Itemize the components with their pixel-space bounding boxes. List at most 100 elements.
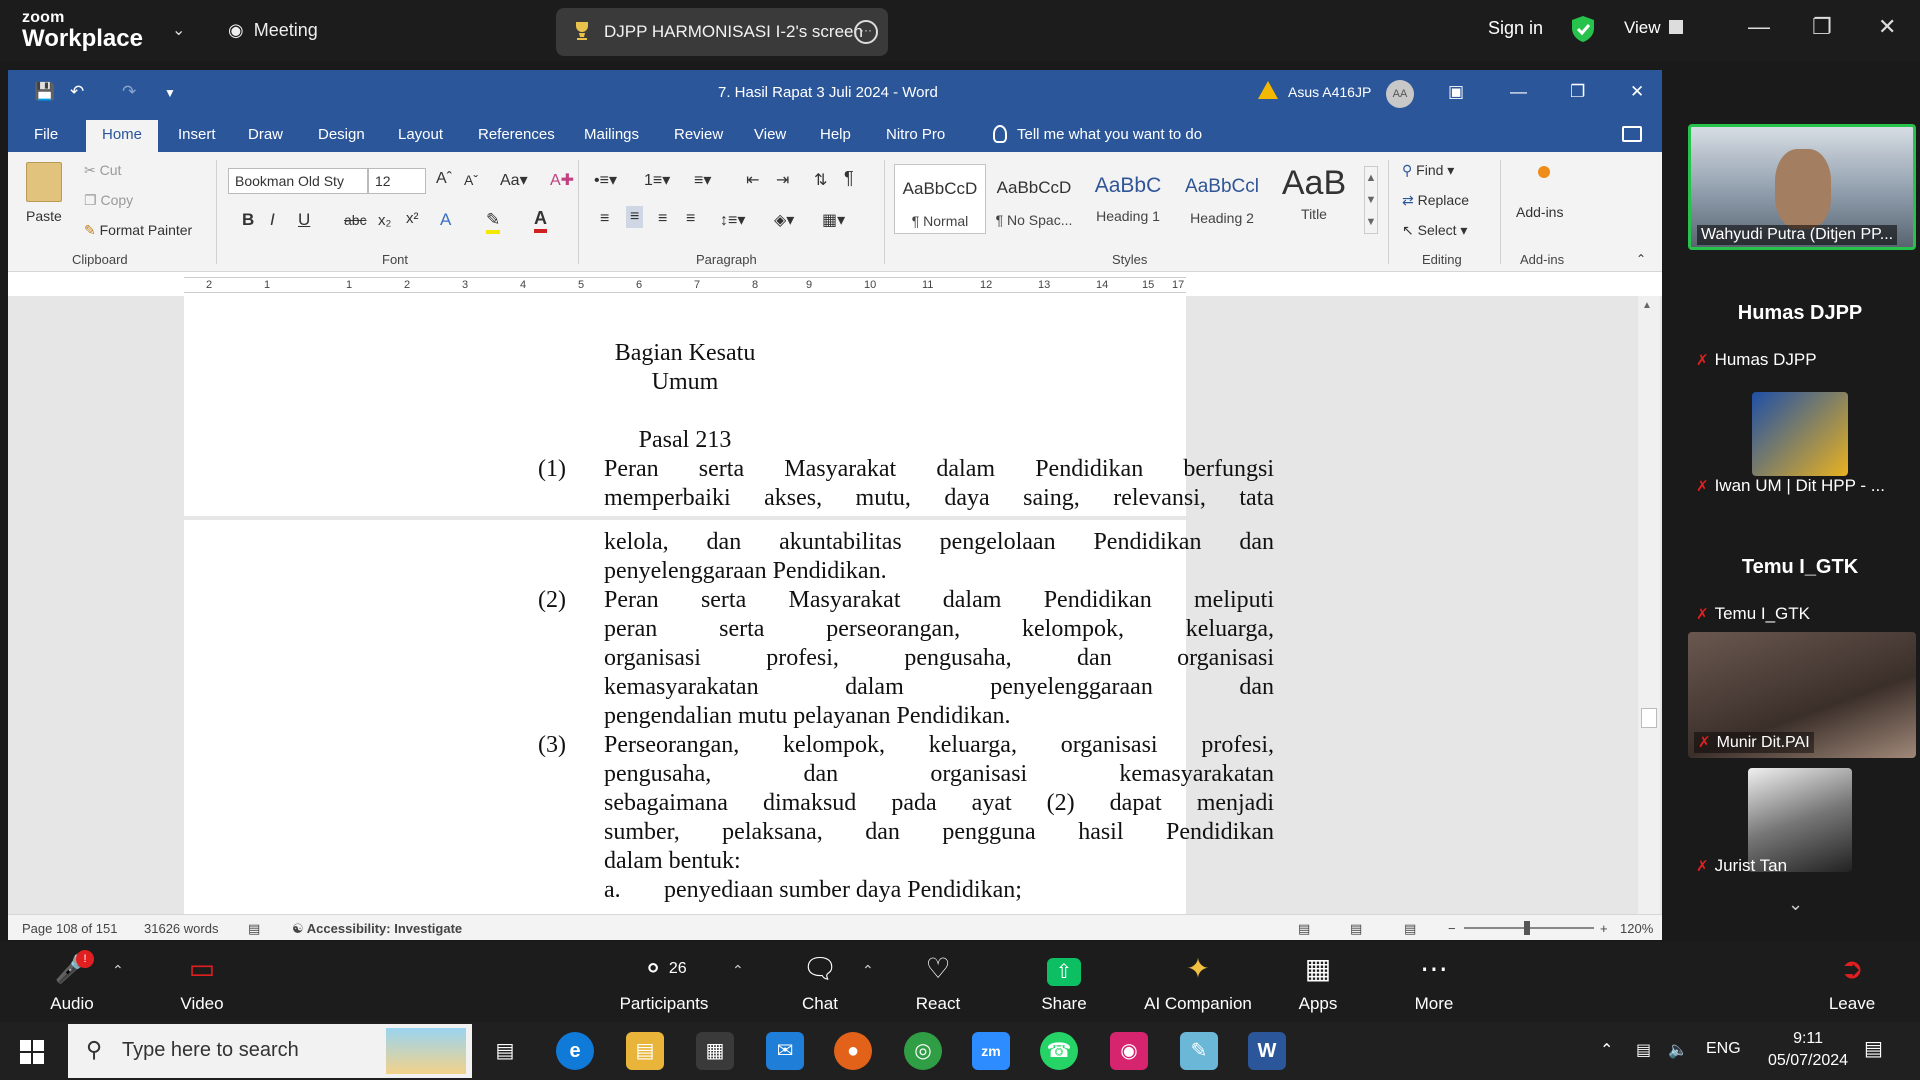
zoom-level[interactable]: 120% (1620, 921, 1653, 936)
vertical-scrollbar[interactable]: ▲ (1638, 296, 1660, 914)
align-center-icon[interactable]: ≡ (626, 206, 644, 228)
style-heading-2[interactable]: AaBbCcl Heading 2 (1176, 164, 1268, 234)
zoom-out-icon[interactable]: − (1448, 921, 1456, 936)
view-button[interactable]: View (1624, 18, 1683, 38)
change-case-icon[interactable]: Aa▾ (500, 170, 528, 190)
style-heading-1[interactable]: AaBbC Heading 1 (1082, 164, 1174, 234)
document-page[interactable]: Bagian Kesatu Umum Pasal 213 (1) Peran s… (184, 296, 1274, 914)
tab-view[interactable]: View (754, 126, 786, 143)
network-icon[interactable]: ▤ (1636, 1040, 1651, 1060)
replace-button[interactable]: ⇄ Replace (1402, 192, 1469, 209)
tell-me-search[interactable]: Tell me what you want to do (993, 125, 1202, 143)
document-canvas[interactable]: Bagian Kesatu Umum Pasal 213 (1) Peran s… (8, 296, 1662, 914)
chevron-down-icon[interactable]: ⌄ (172, 20, 185, 40)
justify-icon[interactable]: ≡ (686, 210, 695, 228)
participants-button[interactable]: ⚬ 26 Participants (614, 952, 714, 1014)
mail-icon[interactable]: ✉ (766, 1032, 804, 1070)
align-right-icon[interactable]: ≡ (658, 210, 667, 228)
audio-button[interactable]: 🎤! Audio (22, 950, 122, 1014)
word-app-icon[interactable]: W (1248, 1032, 1286, 1070)
multilevel-list-icon[interactable]: ≡▾ (694, 170, 711, 190)
video-tile[interactable]: ✗ Munir Dit.PAI (1688, 632, 1916, 758)
more-options-icon[interactable]: ··· (854, 20, 878, 44)
zoom-slider-thumb[interactable] (1524, 921, 1530, 935)
print-layout-icon[interactable]: ▤ (1350, 921, 1362, 937)
store-icon[interactable]: ▦ (696, 1032, 734, 1070)
video-button[interactable]: ▭ Video (152, 952, 252, 1014)
paste-icon[interactable] (26, 162, 62, 202)
format-painter-button[interactable]: ✎ Format Painter (84, 222, 192, 239)
share-button[interactable]: ⇧ Share (1014, 952, 1114, 1014)
close-icon[interactable]: ✕ (1878, 14, 1896, 40)
edge-icon[interactable]: e (556, 1032, 594, 1070)
audio-options-caret[interactable]: ⌃ (112, 962, 124, 979)
tab-insert[interactable]: Insert (178, 126, 216, 143)
task-view-icon[interactable]: ▤ (486, 1032, 524, 1070)
undo-icon[interactable]: ↶ (70, 82, 84, 102)
chrome-icon[interactable]: ◎ (904, 1032, 942, 1070)
tab-mailings[interactable]: Mailings (584, 126, 639, 143)
leave-button[interactable]: ➲ Leave (1802, 952, 1902, 1014)
windows-start-icon[interactable] (20, 1040, 44, 1064)
tab-design[interactable]: Design (318, 126, 365, 143)
text-effects-icon[interactable]: A (440, 210, 451, 230)
word-restore-icon[interactable]: ❐ (1570, 82, 1585, 102)
copy-button[interactable]: ❐ Copy (84, 192, 133, 209)
meeting-menu[interactable]: ◉ Meeting (228, 20, 318, 41)
minimize-icon[interactable]: — (1748, 14, 1770, 40)
page-count[interactable]: Page 108 of 151 (22, 921, 117, 936)
read-mode-icon[interactable]: ▤ (1298, 921, 1310, 937)
sign-in-button[interactable]: Sign in (1488, 18, 1543, 39)
tab-layout[interactable]: Layout (398, 126, 443, 143)
line-spacing-icon[interactable]: ↕≡▾ (720, 210, 745, 230)
addins-button[interactable]: Add-ins (1516, 204, 1563, 220)
zoom-app-icon[interactable]: zm (972, 1032, 1010, 1070)
scrollbar-thumb[interactable] (1641, 708, 1657, 728)
clock[interactable]: 9:11 05/07/2024 (1768, 1028, 1848, 1072)
tab-review[interactable]: Review (674, 126, 723, 143)
word-count[interactable]: 31626 words (144, 921, 218, 936)
clear-formatting-icon[interactable]: A✚ (550, 170, 574, 190)
accessibility-status[interactable]: ☯ Accessibility: Investigate (292, 921, 462, 937)
restore-icon[interactable]: ❐ (1812, 14, 1832, 40)
scroll-up-icon[interactable]: ▲ (1642, 300, 1652, 311)
tab-draw[interactable]: Draw (248, 126, 283, 143)
italic-icon[interactable]: I (270, 210, 275, 230)
cut-button[interactable]: ✂ Cut (84, 162, 121, 179)
proofing-icon[interactable]: ▤ (248, 921, 260, 937)
bold-icon[interactable]: B (242, 210, 254, 230)
tab-home[interactable]: Home (86, 120, 159, 152)
tab-help[interactable]: Help (820, 126, 851, 143)
volume-icon[interactable]: 🔈 (1668, 1040, 1688, 1060)
superscript-icon[interactable]: x² (406, 210, 419, 227)
strikethrough-icon[interactable]: abc (344, 212, 367, 228)
ribbon-display-icon[interactable]: ▣ (1448, 82, 1464, 102)
chat-button[interactable]: 🗨 Chat (770, 952, 870, 1014)
notepad-icon[interactable]: ✎ (1180, 1032, 1218, 1070)
participants-options-caret[interactable]: ⌃ (732, 962, 744, 979)
share-screen-indicator[interactable]: DJPP HARMONISASI I-2's screen ··· (556, 8, 888, 56)
chevron-down-icon[interactable]: ⌄ (1788, 894, 1803, 915)
file-explorer-icon[interactable]: ▤ (626, 1032, 664, 1070)
styles-scroll-icon[interactable]: ▲ ▼ ▼ (1364, 166, 1378, 234)
find-button[interactable]: ⚲ Find ▾ (1402, 162, 1454, 179)
chat-options-caret[interactable]: ⌃ (862, 962, 874, 979)
font-size-select[interactable]: 12 (368, 168, 426, 194)
word-close-icon[interactable]: ✕ (1630, 82, 1644, 102)
select-button[interactable]: ↖ Select ▾ (1402, 222, 1467, 239)
react-button[interactable]: ♡ React (888, 952, 988, 1014)
account-name[interactable]: Asus A416JP (1288, 84, 1371, 100)
font-color-icon[interactable]: A (534, 208, 547, 233)
customize-qat-icon[interactable]: ▼ (164, 86, 176, 100)
align-left-icon[interactable]: ≡ (600, 210, 609, 228)
save-icon[interactable]: 💾 (34, 82, 55, 102)
web-layout-icon[interactable]: ▤ (1404, 921, 1416, 937)
numbering-icon[interactable]: 1≡▾ (644, 170, 670, 190)
addins-icon[interactable] (1538, 166, 1550, 178)
sort-icon[interactable]: ⇅ (814, 170, 827, 190)
collapse-ribbon-icon[interactable]: ⌃ (1636, 252, 1646, 266)
bullets-icon[interactable]: •≡▾ (594, 170, 617, 190)
more-button[interactable]: ⋯ More (1384, 952, 1484, 1014)
style-normal[interactable]: AaBbCcD ¶ Normal (894, 164, 986, 234)
shrink-font-icon[interactable]: Aˇ (464, 172, 478, 188)
